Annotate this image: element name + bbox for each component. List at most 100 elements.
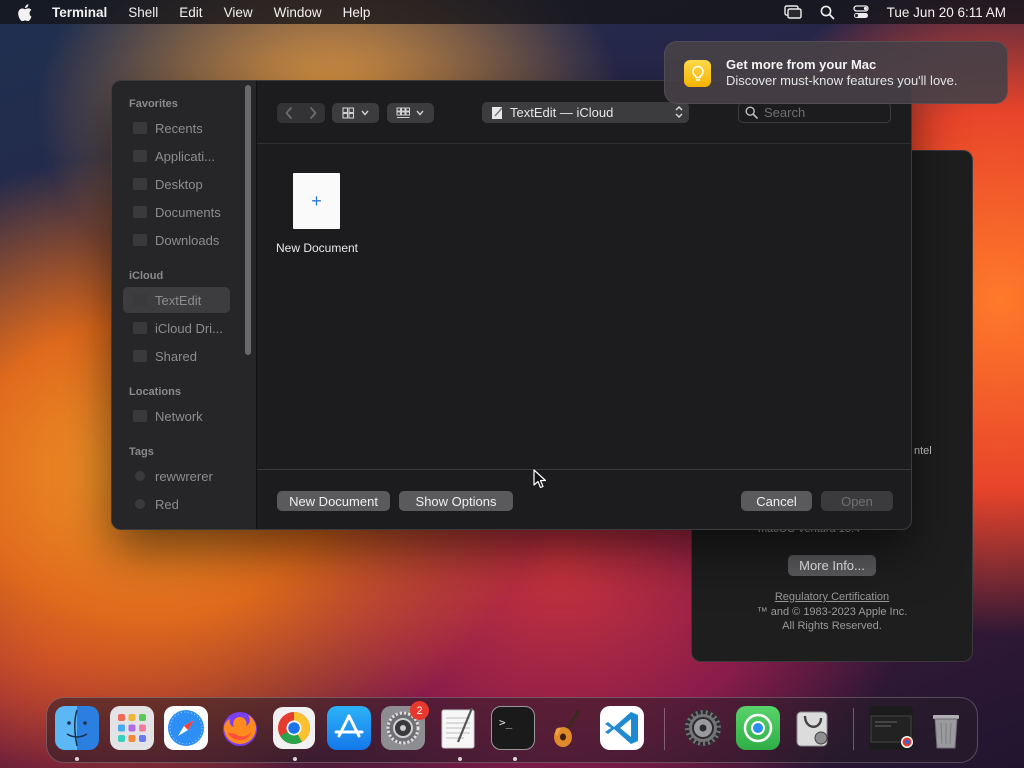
folder-icon (133, 294, 147, 306)
back-forward-control (277, 103, 325, 123)
menu-edit[interactable]: Edit (179, 5, 202, 20)
notification-banner[interactable]: Get more from your Mac Discover must-kno… (664, 41, 1008, 104)
copyright-text: ™ and © 1983-2023 Apple Inc. (756, 606, 908, 618)
textedit-doc-icon (492, 106, 503, 119)
dialog-sidebar: Favorites Recents Applicati... Desktop D… (112, 81, 257, 529)
view-mode-button[interactable] (332, 103, 379, 123)
menu-window[interactable]: Window (274, 5, 322, 20)
group-grid-icon (396, 107, 424, 118)
terminal-icon[interactable]: >_ (491, 706, 535, 750)
menu-app-name[interactable]: Terminal (52, 5, 107, 20)
sidebar-item-network[interactable]: Network (123, 403, 230, 429)
system-settings-icon[interactable]: 2 (381, 701, 429, 750)
sidebar-item-icloud-drive[interactable]: iCloud Dri... (123, 315, 230, 341)
sidebar-item-applications[interactable]: Applicati... (123, 143, 230, 169)
menu-view[interactable]: View (224, 5, 253, 20)
dock: 2 >_ (46, 697, 978, 763)
sidebar-item-label: Red (155, 496, 179, 512)
clock-icon (133, 122, 147, 134)
tag-dot-icon (135, 471, 145, 481)
apple-icon[interactable] (18, 0, 38, 24)
download-icon (133, 234, 147, 246)
finder-icon[interactable] (55, 706, 99, 750)
rights-text: All Rights Reserved. (782, 620, 882, 632)
forward-arrow-icon[interactable] (301, 107, 325, 119)
sidebar-item-label: Recents (155, 120, 203, 136)
garageband-icon[interactable] (545, 706, 589, 750)
more-info-button[interactable]: More Info... (788, 555, 876, 576)
textedit-icon[interactable] (436, 706, 480, 750)
sidebar-item-tag-red[interactable]: Red (123, 491, 230, 517)
document-icon (133, 206, 147, 218)
notification-body: Discover must-know features you'll love. (726, 73, 958, 88)
tips-lightbulb-icon (684, 60, 711, 87)
back-arrow-icon[interactable] (277, 107, 301, 119)
open-file-dialog: Favorites Recents Applicati... Desktop D… (111, 80, 912, 530)
disk-utility-icon[interactable] (791, 706, 835, 750)
sidebar-item-label: iCloud Dri... (155, 320, 223, 336)
show-options-button[interactable]: Show Options (399, 491, 513, 511)
group-by-button[interactable] (387, 103, 434, 123)
minimized-window-thumbnail[interactable] (869, 706, 913, 750)
notification-title: Get more from your Mac (726, 57, 877, 72)
updown-chevron-icon (675, 106, 683, 118)
applications-icon (133, 150, 147, 162)
menu-help[interactable]: Help (343, 5, 371, 20)
sidebar-item-tag-rewwrerer[interactable]: rewwrerer (123, 463, 230, 489)
sidebar-item-desktop[interactable]: Desktop (123, 171, 230, 197)
favorites-header: Favorites (129, 98, 178, 110)
icon-grid-icon (341, 107, 369, 119)
sidebar-item-textedit[interactable]: TextEdit (123, 287, 230, 313)
screen-mirroring-icon[interactable] (783, 5, 802, 19)
menu-shell[interactable]: Shell (128, 5, 158, 20)
sidebar-item-label: Applicati... (155, 148, 215, 164)
firefox-icon[interactable] (218, 706, 262, 750)
sidebar-item-documents[interactable]: Documents (123, 199, 230, 225)
sidebar-item-recents[interactable]: Recents (123, 115, 230, 141)
sidebar-item-label: Documents (155, 204, 221, 220)
chrome-icon[interactable] (272, 706, 316, 750)
location-popup[interactable]: TextEdit — iCloud (482, 102, 689, 123)
new-document-file-label[interactable]: New Document (267, 241, 367, 255)
dialog-button-bar: New Document Show Options Cancel Open (257, 469, 911, 529)
running-indicator (458, 757, 462, 761)
sidebar-item-shared[interactable]: Shared (123, 343, 230, 369)
network-icon (133, 410, 147, 422)
menu-bar: Terminal Shell Edit View Window Help Tue… (0, 0, 1024, 24)
notification-badge: 2 (410, 701, 429, 720)
sidebar-scrollbar[interactable] (245, 85, 251, 355)
cancel-button[interactable]: Cancel (741, 491, 812, 511)
tags-header: Tags (129, 446, 154, 458)
tag-dot-icon (135, 499, 145, 509)
launchpad-icon[interactable] (110, 706, 154, 750)
vscode-icon[interactable] (600, 706, 644, 750)
safari-icon[interactable] (164, 706, 208, 750)
desktop-icon (133, 178, 147, 190)
control-center-icon[interactable] (853, 5, 869, 19)
running-indicator (75, 757, 79, 761)
new-document-thumbnail[interactable]: + (293, 173, 340, 229)
location-label: TextEdit — iCloud (510, 105, 614, 120)
file-browser-area: + New Document (257, 144, 911, 469)
shared-folder-icon (133, 350, 147, 362)
sidebar-item-downloads[interactable]: Downloads (123, 227, 230, 253)
sidebar-item-label: Network (155, 408, 203, 424)
spotlight-search-icon[interactable] (820, 5, 835, 20)
sidebar-item-label: Desktop (155, 176, 203, 192)
processor-label: ntel (914, 445, 932, 457)
open-button[interactable]: Open (821, 491, 893, 511)
search-field[interactable] (738, 102, 891, 123)
menu-clock[interactable]: Tue Jun 20 6:11 AM (887, 5, 1006, 20)
system-preferences-icon[interactable] (681, 706, 725, 750)
mouse-pointer-icon (533, 469, 547, 494)
search-input[interactable] (764, 105, 884, 120)
sidebar-item-label: rewwrerer (155, 468, 213, 484)
find-my-icon[interactable] (736, 706, 780, 750)
app-store-icon[interactable] (327, 706, 371, 750)
sidebar-item-label: Shared (155, 348, 197, 364)
svg-text:>_: >_ (499, 716, 513, 729)
regulatory-link[interactable]: Regulatory Certification (692, 591, 972, 603)
new-document-button[interactable]: New Document (277, 491, 390, 511)
trash-icon[interactable] (924, 706, 968, 750)
cloud-icon (133, 322, 147, 334)
